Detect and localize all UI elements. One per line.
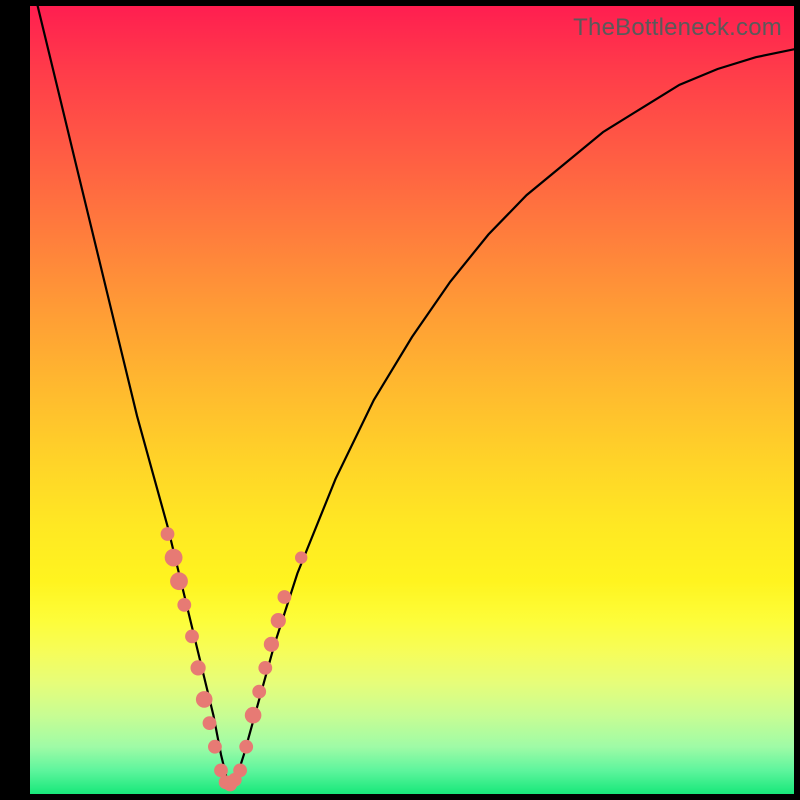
data-point	[271, 613, 286, 628]
data-point	[258, 661, 272, 675]
data-point	[196, 691, 213, 708]
data-point	[278, 590, 292, 604]
data-point	[191, 660, 206, 675]
data-points-group	[161, 527, 308, 791]
data-point	[161, 527, 175, 541]
data-point	[165, 549, 183, 567]
chart-frame: TheBottleneck.com	[0, 0, 800, 800]
data-point	[233, 764, 247, 778]
chart-svg	[30, 6, 794, 794]
data-point	[252, 685, 266, 699]
data-point	[170, 572, 188, 590]
data-point	[295, 551, 307, 563]
plot-area: TheBottleneck.com	[30, 6, 794, 794]
data-point	[245, 707, 262, 724]
data-point	[264, 637, 279, 652]
data-point	[214, 764, 228, 778]
bottleneck-curve	[30, 6, 794, 786]
data-point	[203, 716, 217, 730]
data-point	[177, 598, 191, 612]
data-point	[239, 740, 253, 754]
data-point	[208, 740, 222, 754]
data-point	[185, 630, 199, 644]
